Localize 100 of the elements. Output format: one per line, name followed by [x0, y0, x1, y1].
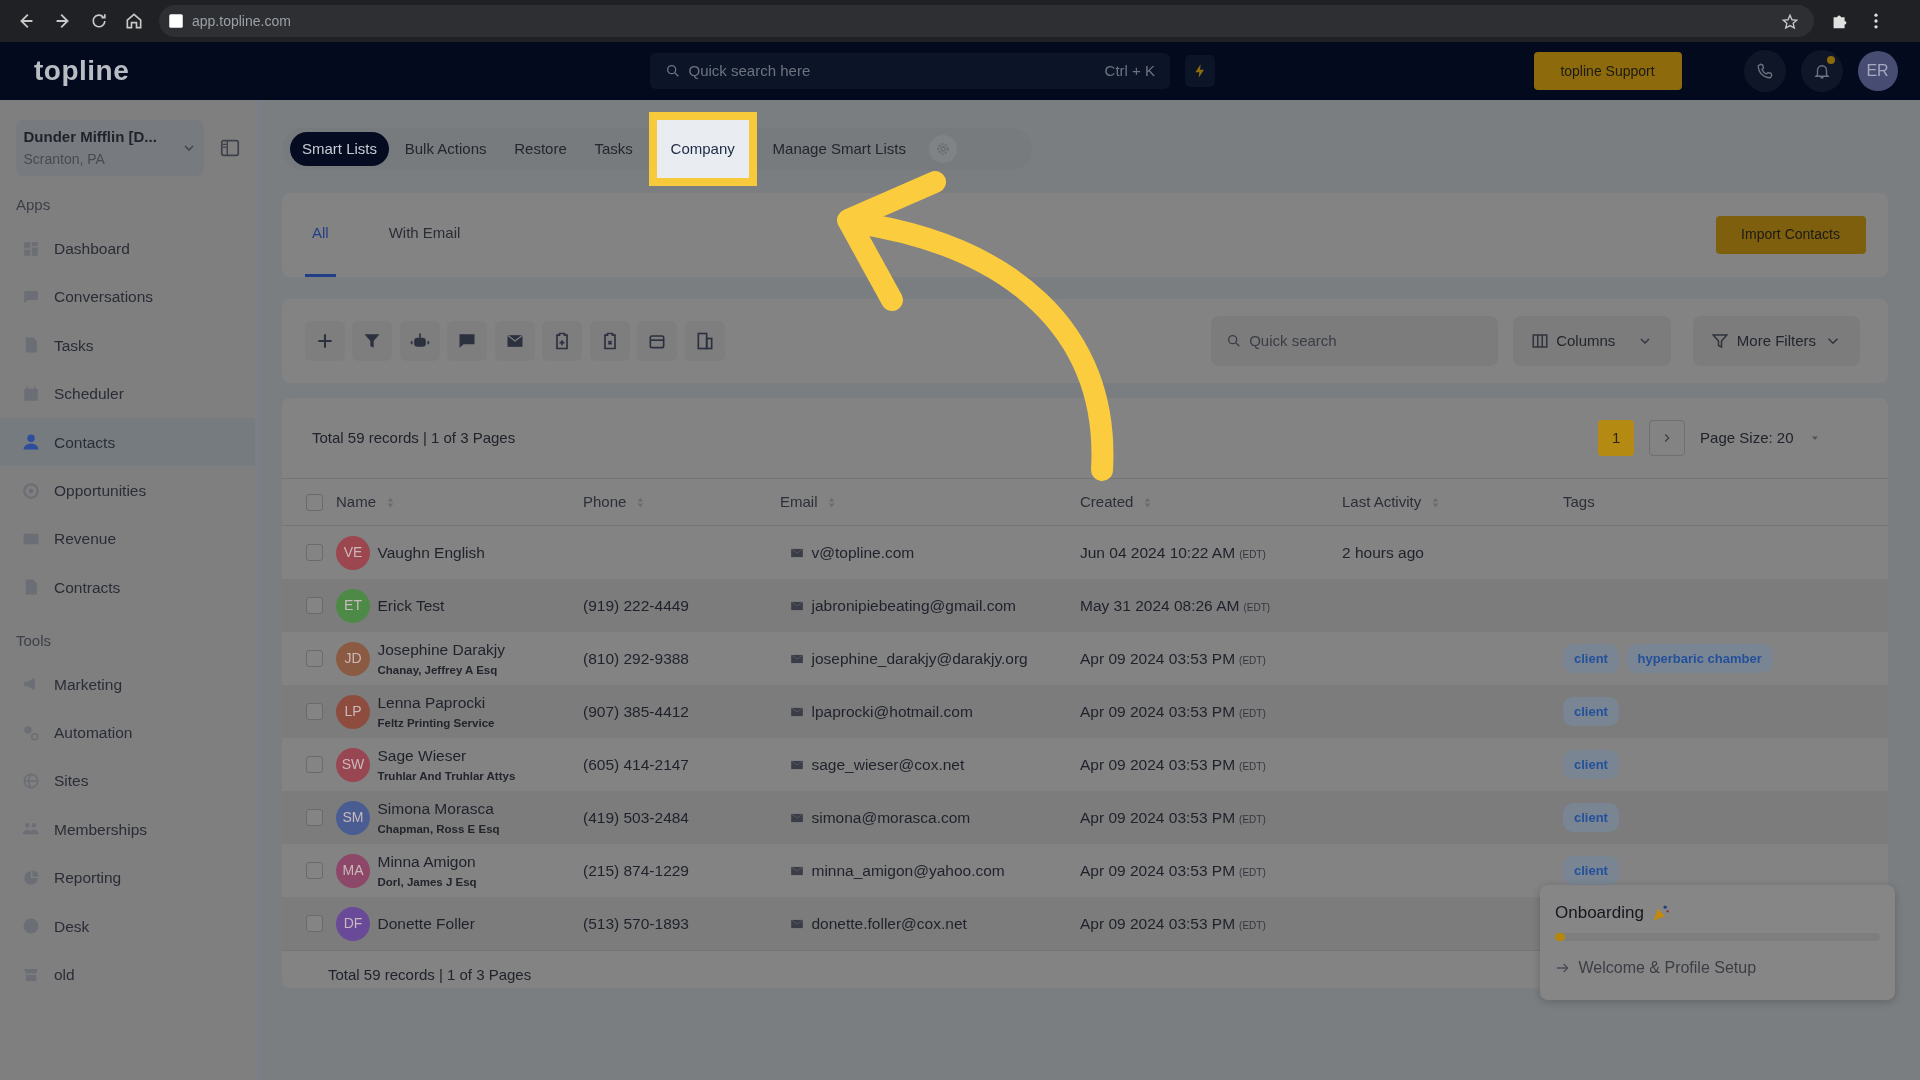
sidebar-item[interactable]: Scheduler — [0, 369, 255, 419]
timezone-label: (EDT) — [1239, 812, 1266, 827]
table-cell-text: sage_wieser@cox.net — [811, 754, 965, 775]
header-checkbox[interactable] — [306, 493, 323, 511]
tag: hyperbaric chamber — [1626, 643, 1773, 674]
toolbar-button[interactable] — [494, 321, 535, 361]
sidebar-item[interactable]: Contacts — [0, 418, 255, 467]
tab[interactable]: Manage Smart Lists — [760, 132, 918, 166]
sidebar-item[interactable]: Conversations — [0, 272, 255, 322]
contact-name[interactable]: Sage Wieser — [377, 744, 516, 768]
page-button[interactable]: 1 — [1598, 420, 1635, 456]
table-cell-text: Apr 09 2024 03:53 PM — [1080, 913, 1236, 934]
sidebar-toggle-icon[interactable] — [219, 137, 241, 159]
toolbar-button[interactable] — [684, 321, 725, 361]
tab[interactable]: Restore — [502, 132, 579, 166]
contact-name[interactable]: Lenna Paprocki — [377, 691, 495, 715]
sidebar-item[interactable]: Revenue — [0, 514, 255, 564]
onboarding-title: Onboarding — [1555, 902, 1644, 924]
mail-icon — [790, 651, 804, 666]
timezone-label: (EDT) — [1239, 706, 1266, 721]
toolbar-button[interactable] — [447, 321, 487, 361]
mail-icon — [790, 545, 804, 560]
section-title: Apps — [15, 195, 52, 215]
home-icon[interactable] — [124, 11, 144, 31]
timezone-label: (EDT) — [1239, 653, 1266, 668]
row-checkbox[interactable] — [306, 597, 323, 614]
tab[interactable]: All — [304, 192, 337, 277]
row-checkbox[interactable] — [306, 862, 323, 879]
tag: client — [1563, 855, 1619, 886]
row-checkbox[interactable] — [306, 915, 323, 932]
timezone-label: (EDT) — [1239, 547, 1266, 562]
mail-icon — [790, 704, 804, 719]
columns-button[interactable]: Columns — [1512, 316, 1671, 366]
sidebar-item[interactable]: Tasks — [0, 321, 255, 370]
table-cell-text: (907) 385-4412 — [583, 701, 690, 722]
sidebar-item[interactable]: old — [0, 950, 255, 999]
sidebar-item[interactable]: Opportunities — [0, 466, 255, 515]
mail-icon — [790, 916, 804, 931]
table-cell-text: (419) 503-2484 — [583, 807, 690, 828]
address-bar[interactable]: app.topline.com — [159, 5, 1814, 37]
sidebar-item[interactable]: Contracts — [0, 563, 255, 612]
toolbar-button[interactable] — [589, 321, 630, 361]
contact-name[interactable]: Vaughn English — [377, 540, 485, 565]
search-field[interactable]: Quick search — [1210, 316, 1498, 366]
filter-icon — [1711, 332, 1730, 350]
reload-icon[interactable] — [89, 11, 109, 31]
sidebar-item[interactable]: Marketing — [0, 660, 255, 709]
tab[interactable]: Smart Lists — [290, 132, 389, 166]
timezone-label: (EDT) — [1239, 918, 1266, 933]
lightning-button[interactable] — [1185, 55, 1215, 87]
notifications-button[interactable] — [1800, 50, 1843, 92]
contact-name[interactable]: Simona Morasca — [377, 797, 500, 821]
tab[interactable]: Tasks — [582, 132, 645, 166]
sidebar-scrollbar[interactable] — [255, 100, 262, 1080]
filter-icon — [362, 331, 382, 351]
toolbar-button[interactable] — [637, 321, 677, 361]
sidebar-item[interactable]: Memberships — [0, 805, 255, 854]
table-cell-text: donette.foller@cox.net — [811, 913, 967, 934]
sidebar-item[interactable]: Desk — [0, 902, 255, 951]
row-checkbox[interactable] — [306, 809, 323, 826]
row-checkbox[interactable] — [306, 650, 323, 667]
page-size-select[interactable]: Page Size: 20 — [1700, 426, 1821, 450]
tab[interactable]: With Email — [381, 192, 468, 277]
column-header: Last Activity — [1342, 491, 1422, 512]
contact-name[interactable]: Josephine Darakjy — [377, 638, 505, 662]
site-icon — [166, 12, 185, 30]
contact-name[interactable]: Erick Test — [377, 593, 445, 618]
table-cell-text: simona@morasca.com — [811, 807, 971, 828]
row-checkbox[interactable] — [306, 544, 323, 561]
tab[interactable]: Bulk Actions — [392, 132, 499, 166]
search-field[interactable]: Quick search here Ctrl + K — [650, 53, 1170, 89]
phone-button[interactable] — [1743, 50, 1786, 92]
avatar: SM — [336, 800, 370, 835]
toolbar-button[interactable] — [304, 321, 345, 361]
timezone-label: (EDT) — [1243, 600, 1271, 615]
shortcut-hint: Ctrl + K — [1104, 60, 1155, 81]
company-name: Dorl, James J Esq — [377, 874, 477, 890]
table-cell-text: (215) 874-1229 — [583, 860, 690, 881]
search-placeholder: Quick search here — [688, 60, 812, 81]
sidebar-item[interactable]: Automation — [0, 708, 255, 757]
sidebar-item[interactable]: Sites — [0, 756, 255, 806]
contact-name[interactable]: Donette Foller — [377, 911, 475, 936]
contact-name[interactable]: Minna Amigon — [377, 850, 477, 874]
sidebar-item[interactable]: Reporting — [0, 853, 255, 903]
notification-dot — [1826, 56, 1835, 64]
onboarding-step[interactable]: Welcome & Profile Setup — [1555, 956, 1880, 980]
star-icon[interactable] — [1781, 12, 1799, 31]
support-button[interactable]: topline Support — [1533, 52, 1682, 90]
toolbar-button[interactable] — [399, 321, 440, 361]
user-avatar[interactable]: ER — [1857, 51, 1898, 91]
table-cell-text: minna_amigon@yahoo.com — [811, 860, 1005, 881]
row-checkbox[interactable] — [306, 756, 323, 773]
sidebar-item[interactable]: Dashboard — [0, 224, 255, 273]
toolbar-button[interactable] — [542, 321, 582, 361]
row-checkbox[interactable] — [306, 703, 323, 720]
table-cell-text: v@topline.com — [811, 542, 915, 563]
import-button[interactable]: Import Contacts — [1715, 215, 1866, 254]
toolbar-button[interactable] — [352, 321, 392, 361]
filters-button[interactable]: More Filters — [1693, 316, 1860, 366]
avatar: DF — [336, 906, 370, 941]
